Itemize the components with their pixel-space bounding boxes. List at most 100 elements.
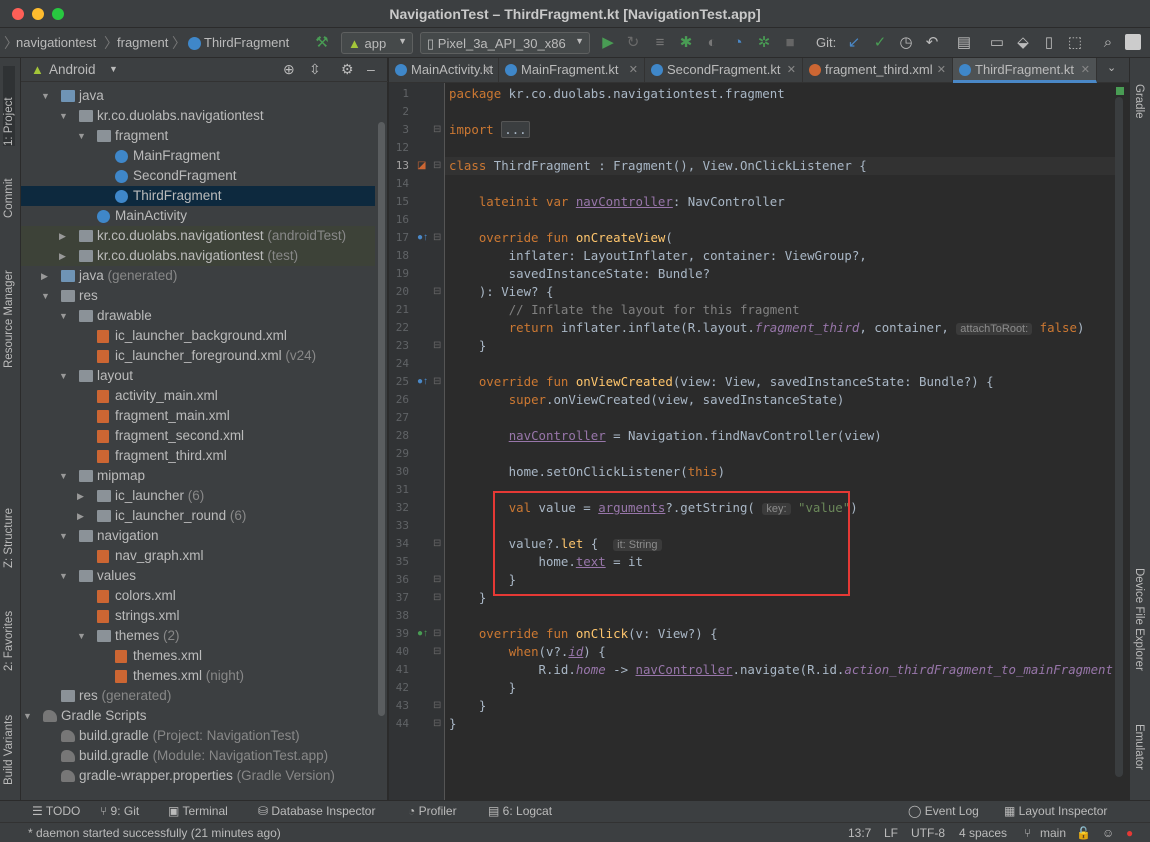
tree-row[interactable]: ▼ java bbox=[21, 86, 375, 106]
fold-icon[interactable]: ⊟ bbox=[433, 160, 441, 171]
indent-setting[interactable]: 4 spaces bbox=[959, 826, 1007, 840]
tool-tab-database-inspector[interactable]: ⛁ Database Inspector bbox=[258, 804, 375, 818]
tree-row[interactable]: ▼ values bbox=[21, 566, 375, 586]
tree-row[interactable]: ThirdFragment bbox=[21, 186, 375, 206]
profile-icon[interactable]: ◔ bbox=[729, 34, 747, 52]
tree-row[interactable]: build.gradle (Module: NavigationTest.app… bbox=[21, 746, 375, 766]
caret-position[interactable]: 13:7 bbox=[848, 826, 871, 840]
hide-icon[interactable]: – bbox=[367, 61, 375, 77]
tree-row[interactable]: ▼ mipmap bbox=[21, 466, 375, 486]
git-branch[interactable]: main bbox=[1040, 826, 1066, 840]
breadcrumb-item[interactable]: fragment bbox=[117, 35, 168, 50]
chevron-down-icon[interactable]: ▼ bbox=[59, 566, 69, 586]
tree-row[interactable]: activity_main.xml bbox=[21, 386, 375, 406]
project-structure-icon[interactable]: ▤ bbox=[955, 34, 973, 52]
run-icon[interactable]: ▶ bbox=[599, 34, 617, 52]
git-commit-icon[interactable]: ✓ bbox=[871, 34, 889, 52]
tree-row[interactable]: nav_graph.xml bbox=[21, 546, 375, 566]
tool-tab-favorites[interactable]: 2: Favorites bbox=[3, 586, 15, 671]
tree-row[interactable]: build.gradle (Project: NavigationTest) bbox=[21, 726, 375, 746]
debug-attach-icon[interactable]: ✲ bbox=[755, 34, 773, 52]
inspection-profile-icon[interactable]: ☺ bbox=[1102, 826, 1114, 840]
tool-tab-layout-inspector[interactable]: ▦ Layout Inspector bbox=[1004, 804, 1107, 818]
chevron-down-icon[interactable]: ▼ bbox=[59, 306, 69, 326]
tool-tab-profiler[interactable]: ◔ Profiler bbox=[408, 804, 457, 818]
fold-icon[interactable]: ⊟ bbox=[433, 592, 441, 603]
apply-code-changes-icon[interactable]: ≡ bbox=[651, 34, 669, 52]
chevron-right-icon[interactable]: ▶ bbox=[77, 506, 87, 526]
chevron-right-icon[interactable]: ▶ bbox=[77, 486, 87, 506]
tree-row[interactable]: ▼ kr.co.duolabs.navigationtest bbox=[21, 106, 375, 126]
breadcrumb-item[interactable]: navigationtest bbox=[16, 35, 96, 50]
tool-tab-emulator[interactable]: Emulator bbox=[1133, 724, 1145, 770]
tool-tab-device-file-explorer[interactable]: Device File Explorer bbox=[1133, 568, 1145, 671]
tree-row[interactable]: ▶ ic_launcher (6) bbox=[21, 486, 375, 506]
code-editor[interactable]: 1 2 3 ⊟ 12 13 ◪ ⊟ 14 15 16 17 ●↑ ⊟ 18 19 20 ⊟ 21 22 23 ⊟ 24 25 ●… bbox=[389, 83, 1129, 800]
chevron-down-icon[interactable]: ▼ bbox=[59, 366, 69, 386]
run-config-select[interactable]: ▲ app ▼ bbox=[341, 32, 413, 54]
locate-icon[interactable]: ⊕ bbox=[283, 61, 295, 78]
fold-icon[interactable]: ⊟ bbox=[433, 340, 441, 351]
fold-icon[interactable]: ⊟ bbox=[433, 628, 441, 639]
tool-tab-logcat[interactable]: ▤ 6: Logcat bbox=[488, 804, 552, 818]
fold-icon[interactable]: ⊟ bbox=[433, 124, 441, 135]
editor-tab[interactable]: SecondFragment.kt ✕ bbox=[645, 58, 803, 83]
tree-row[interactable]: themes.xml bbox=[21, 646, 375, 666]
chevron-down-icon[interactable]: ▼ bbox=[59, 526, 69, 546]
tree-row[interactable]: colors.xml bbox=[21, 586, 375, 606]
tree-row[interactable]: ic_launcher_foreground.xml (v24) bbox=[21, 346, 375, 366]
breadcrumb-item[interactable]: ThirdFragment bbox=[204, 35, 289, 50]
chevron-down-icon[interactable]: ▼ bbox=[109, 64, 118, 74]
tree-row[interactable]: MainActivity bbox=[21, 206, 375, 226]
code-area[interactable]: package kr.co.duolabs.navigationtest.fra… bbox=[449, 83, 1119, 800]
fold-icon[interactable]: ⊟ bbox=[433, 718, 441, 729]
chevron-right-icon[interactable]: ▶ bbox=[41, 266, 51, 286]
fold-icon[interactable]: ⊟ bbox=[433, 646, 441, 657]
layout-link-icon[interactable]: ◪ bbox=[417, 160, 426, 171]
fold-icon[interactable]: ⊟ bbox=[433, 232, 441, 243]
fold-icon[interactable]: ⊟ bbox=[433, 376, 441, 387]
debug-icon[interactable]: ✱ bbox=[677, 34, 695, 52]
avd-manager-icon[interactable]: ▯ bbox=[1040, 34, 1058, 52]
chevron-down-icon[interactable]: ▼ bbox=[23, 706, 33, 726]
chevron-down-icon[interactable]: ▼ bbox=[41, 86, 51, 106]
status-message[interactable]: * daemon started successfully (21 minute… bbox=[28, 826, 281, 840]
apply-changes-icon[interactable]: ↻ bbox=[624, 34, 642, 52]
chevron-down-icon[interactable]: ▼ bbox=[77, 126, 87, 146]
close-icon[interactable]: ✕ bbox=[483, 58, 492, 82]
gear-icon[interactable]: ⚙ bbox=[341, 61, 354, 78]
chevron-down-icon[interactable]: ▼ bbox=[41, 286, 51, 306]
tree-row[interactable]: strings.xml bbox=[21, 606, 375, 626]
hammer-icon[interactable]: ⚒ bbox=[313, 34, 331, 52]
editor-tab[interactable]: MainFragment.kt ✕ bbox=[499, 58, 645, 83]
tree-row[interactable]: themes.xml (night) bbox=[21, 666, 375, 686]
git-update-icon[interactable]: ↙ bbox=[845, 34, 863, 52]
stop-icon[interactable]: ■ bbox=[781, 34, 799, 52]
fold-icon[interactable]: ⊟ bbox=[433, 538, 441, 549]
tree-row[interactable]: fragment_second.xml bbox=[21, 426, 375, 446]
inspection-ok-icon[interactable] bbox=[1116, 87, 1124, 95]
tree-row[interactable]: fragment_main.xml bbox=[21, 406, 375, 426]
tree-row[interactable]: ▼ fragment bbox=[21, 126, 375, 146]
tree-row[interactable]: ▼ drawable bbox=[21, 306, 375, 326]
chevron-down-icon[interactable]: ▼ bbox=[59, 466, 69, 486]
collapse-all-icon[interactable]: ⇳ bbox=[309, 61, 321, 78]
chevron-down-icon[interactable]: ▼ bbox=[59, 106, 69, 126]
project-view-select[interactable]: Android bbox=[49, 62, 96, 77]
fold-icon[interactable]: ⊟ bbox=[433, 574, 441, 585]
override-marker-icon[interactable]: ●↑ bbox=[417, 376, 428, 387]
tool-tab-commit[interactable]: Commit bbox=[3, 158, 15, 218]
chevron-down-icon[interactable]: ▼ bbox=[77, 626, 87, 646]
editor-scrollbar[interactable] bbox=[1115, 97, 1123, 777]
avatar[interactable] bbox=[1125, 34, 1141, 50]
git-history-icon[interactable]: ◷ bbox=[897, 34, 915, 52]
chevron-right-icon[interactable]: ▶ bbox=[59, 226, 69, 246]
editor-tab[interactable]: ThirdFragment.kt ✕ bbox=[953, 58, 1097, 83]
tree-row[interactable]: ▼ layout bbox=[21, 366, 375, 386]
close-icon[interactable]: ✕ bbox=[1081, 58, 1090, 82]
fold-icon[interactable]: ⊟ bbox=[433, 286, 441, 297]
tree-row[interactable]: ▼ Gradle Scripts bbox=[21, 706, 375, 726]
tree-row[interactable]: ▶ ic_launcher_round (6) bbox=[21, 506, 375, 526]
line-separator[interactable]: LF bbox=[884, 826, 898, 840]
override-marker-icon[interactable]: ●↑ bbox=[417, 628, 428, 639]
